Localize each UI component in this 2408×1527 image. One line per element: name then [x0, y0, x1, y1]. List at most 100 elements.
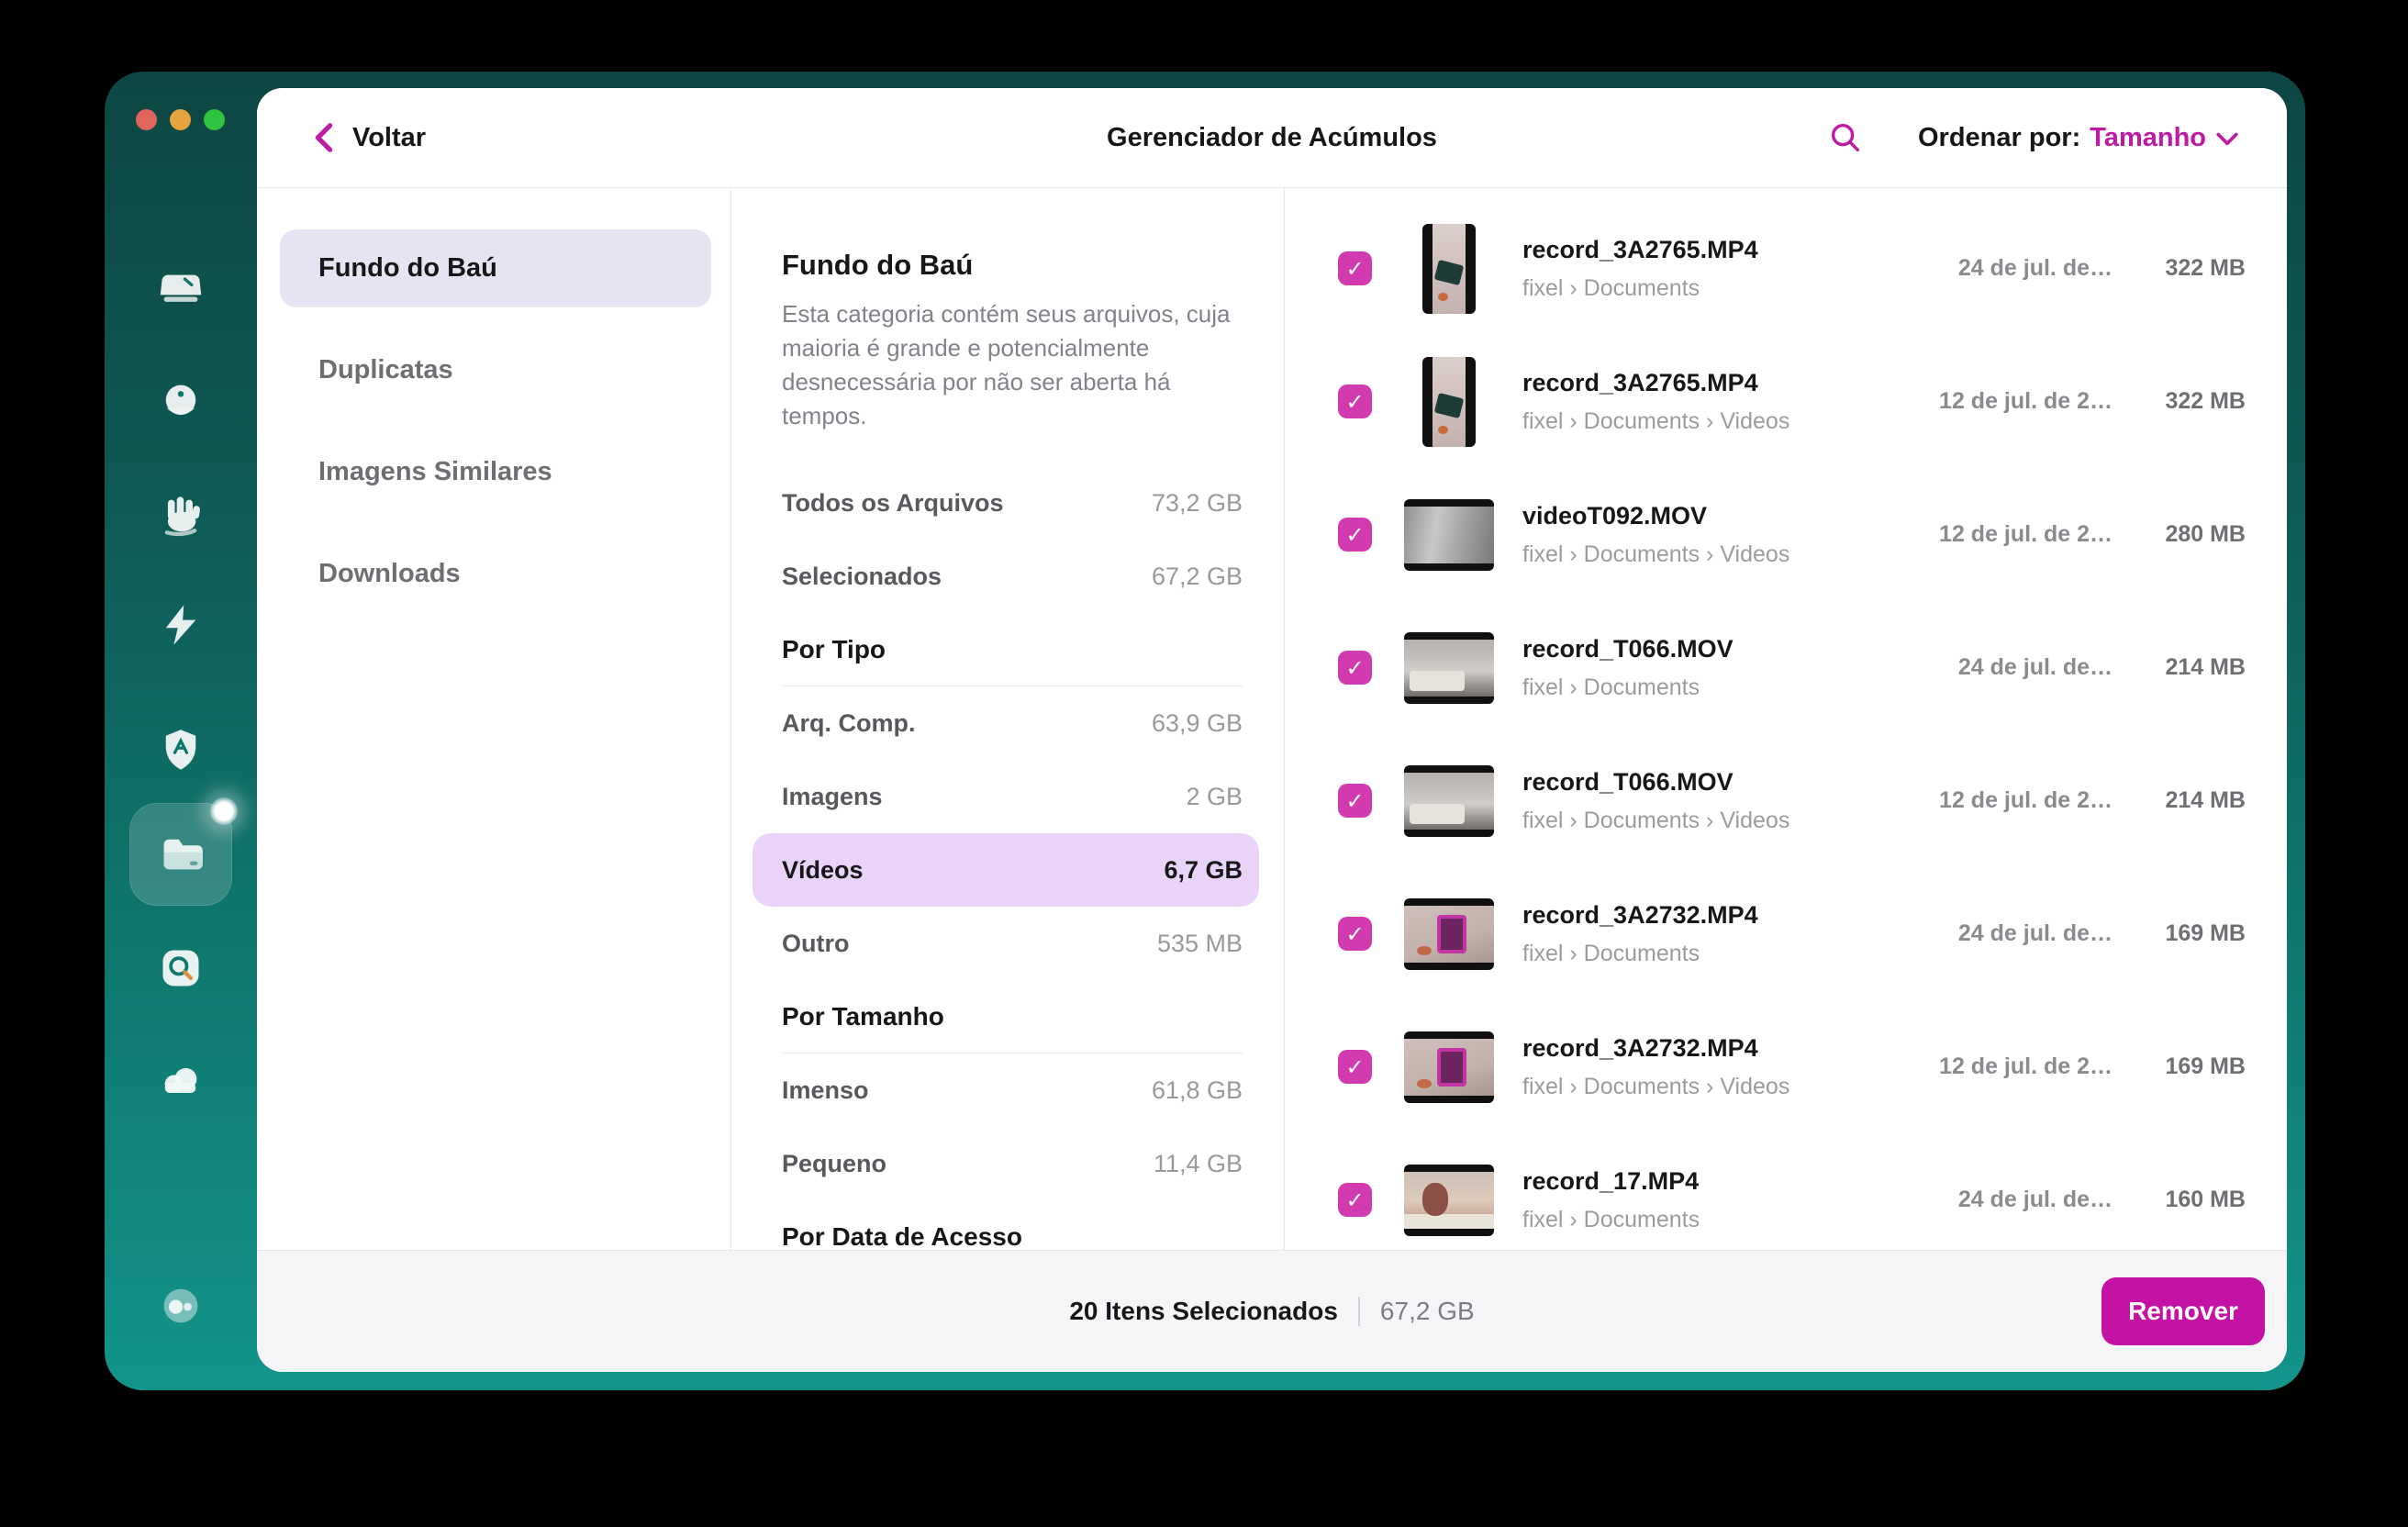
dock-item-orb[interactable]	[105, 378, 257, 426]
file-row[interactable]: ✓ record_T066.MOV fixel › Documents 24 d…	[1285, 601, 2287, 734]
dock-item-folder-active[interactable]	[105, 830, 257, 878]
file-date: 12 de jul. de 2…	[1915, 388, 2113, 415]
file-size: 322 MB	[2113, 388, 2246, 415]
categories-sidebar: Fundo do Baú Duplicatas Imagens Similare…	[257, 188, 731, 1250]
file-name: record_3A2765.MP4	[1522, 236, 1915, 264]
cloud-icon	[157, 1057, 205, 1105]
video-thumbnail	[1403, 755, 1495, 847]
file-name: record_17.MP4	[1522, 1167, 1915, 1196]
file-path: fixel › Documents	[1522, 1207, 1915, 1233]
checkbox-checked[interactable]: ✓	[1338, 385, 1372, 418]
file-row[interactable]: ✓ record_T066.MOV fixel › Documents › Vi…	[1285, 734, 2287, 867]
file-size: 214 MB	[2113, 654, 2246, 681]
checkbox-checked[interactable]: ✓	[1338, 1183, 1372, 1217]
checkbox-checked[interactable]: ✓	[1338, 784, 1372, 818]
header-bar: Voltar Gerenciador de Acúmulos Ordenar p…	[257, 88, 2287, 188]
file-name: videoT092.MOV	[1522, 502, 1915, 530]
filters-panel: Fundo do Baú Esta categoria contém seus …	[731, 188, 1285, 1250]
file-date: 12 de jul. de 2…	[1915, 787, 2113, 814]
remove-button[interactable]: Remover	[2101, 1277, 2265, 1345]
selected-size: 67,2 GB	[1380, 1297, 1475, 1326]
file-date: 24 de jul. de…	[1915, 255, 2113, 282]
video-thumbnail	[1403, 489, 1495, 581]
folder-icon	[157, 830, 205, 878]
face-icon	[157, 1282, 205, 1330]
dock-item-lightning[interactable]	[105, 601, 257, 649]
file-row[interactable]: ✓ record_3A2765.MP4 fixel › Documents 24…	[1285, 202, 2287, 335]
filter-videos[interactable]: Vídeos 6,7 GB	[752, 833, 1259, 907]
content-panel: Voltar Gerenciador de Acúmulos Ordenar p…	[257, 88, 2287, 1372]
file-path: fixel › Documents	[1522, 941, 1915, 967]
filter-todos-os-arquivos[interactable]: Todos os Arquivos 73,2 GB	[782, 466, 1243, 540]
file-row[interactable]: ✓ record_3A2732.MP4 fixel › Documents 24…	[1285, 867, 2287, 1000]
selection-bar: 20 Itens Selecionados 67,2 GB Remover	[257, 1250, 2287, 1372]
file-row[interactable]: ✓ videoT092.MOV fixel › Documents › Vide…	[1285, 468, 2287, 601]
filter-imenso[interactable]: Imenso 61,8 GB	[782, 1053, 1243, 1127]
video-thumbnail	[1403, 223, 1495, 315]
sidebar-item-imagens-similares[interactable]: Imagens Similares	[280, 433, 711, 511]
file-date: 12 de jul. de 2…	[1915, 521, 2113, 548]
sidebar-item-duplicatas[interactable]: Duplicatas	[280, 331, 711, 409]
dock-item-cloud[interactable]	[105, 1057, 257, 1105]
dock-item-hand[interactable]	[105, 493, 257, 541]
file-row[interactable]: ✓ record_17.MP4 fixel › Documents 24 de …	[1285, 1133, 2287, 1250]
back-label: Voltar	[352, 123, 426, 153]
file-list: ✓ record_3A2765.MP4 fixel › Documents 24…	[1285, 188, 2287, 1250]
monitor-icon	[157, 267, 205, 315]
video-thumbnail	[1403, 1154, 1495, 1246]
checkbox-checked[interactable]: ✓	[1338, 651, 1372, 685]
checkbox-checked[interactable]: ✓	[1338, 917, 1372, 951]
video-thumbnail	[1403, 1021, 1495, 1113]
file-path: fixel › Documents	[1522, 275, 1915, 302]
sidebar-item-fundo-do-bau[interactable]: Fundo do Baú	[280, 229, 711, 307]
dock-item-shield[interactable]	[105, 727, 257, 775]
hand-icon	[157, 493, 205, 541]
main-area: Fundo do Baú Duplicatas Imagens Similare…	[257, 188, 2287, 1250]
search-icon	[1827, 119, 1864, 156]
summary-divider	[1358, 1297, 1360, 1326]
file-size: 169 MB	[2113, 1053, 2246, 1080]
file-size: 322 MB	[2113, 255, 2246, 282]
file-size: 169 MB	[2113, 920, 2246, 947]
dock-item-monitor[interactable]	[105, 267, 257, 315]
filter-imagens[interactable]: Imagens 2 GB	[782, 760, 1243, 833]
checkbox-checked[interactable]: ✓	[1338, 251, 1372, 285]
file-path: fixel › Documents › Videos	[1522, 808, 1915, 834]
filter-pequeno[interactable]: Pequeno 11,4 GB	[782, 1127, 1243, 1200]
video-thumbnail	[1403, 356, 1495, 448]
app-dock	[105, 72, 257, 1390]
file-row[interactable]: ✓ record_3A2732.MP4 fixel › Documents › …	[1285, 1000, 2287, 1133]
dock-item-profile[interactable]	[105, 1282, 257, 1330]
sort-value: Tamanho	[2090, 123, 2206, 153]
dock-item-lens[interactable]	[105, 944, 257, 992]
sort-dropdown[interactable]: Ordenar por: Tamanho	[1918, 123, 2239, 153]
file-name: record_T066.MOV	[1522, 768, 1915, 797]
filter-outro[interactable]: Outro 535 MB	[782, 907, 1243, 980]
video-thumbnail	[1403, 888, 1495, 980]
file-path: fixel › Documents › Videos	[1522, 541, 1915, 568]
file-row[interactable]: ✓ record_3A2765.MP4 fixel › Documents › …	[1285, 335, 2287, 468]
file-name: record_T066.MOV	[1522, 635, 1915, 663]
checkbox-checked[interactable]: ✓	[1338, 518, 1372, 552]
file-size: 160 MB	[2113, 1187, 2246, 1213]
filters-list: Todos os Arquivos 73,2 GB Selecionados 6…	[782, 466, 1243, 1250]
app-window: Voltar Gerenciador de Acúmulos Ordenar p…	[105, 72, 2305, 1390]
lightning-icon	[157, 601, 205, 649]
chevron-down-icon	[2215, 131, 2239, 148]
search-button[interactable]	[1826, 118, 1865, 157]
file-date: 12 de jul. de 2…	[1915, 1053, 2113, 1080]
chevron-left-icon	[310, 122, 338, 153]
file-name: record_3A2732.MP4	[1522, 901, 1915, 930]
video-thumbnail	[1403, 622, 1495, 714]
sort-label: Ordenar por:	[1918, 123, 2080, 153]
orb-icon	[157, 378, 205, 426]
file-date: 24 de jul. de…	[1915, 1187, 2113, 1213]
back-button[interactable]: Voltar	[310, 122, 426, 153]
notification-badge	[210, 797, 238, 825]
filter-arq-comp[interactable]: Arq. Comp. 63,9 GB	[782, 686, 1243, 760]
filter-selecionados[interactable]: Selecionados 67,2 GB	[782, 540, 1243, 613]
file-date: 24 de jul. de…	[1915, 920, 2113, 947]
sidebar-item-downloads[interactable]: Downloads	[280, 535, 711, 613]
lens-icon	[157, 944, 205, 992]
checkbox-checked[interactable]: ✓	[1338, 1050, 1372, 1084]
